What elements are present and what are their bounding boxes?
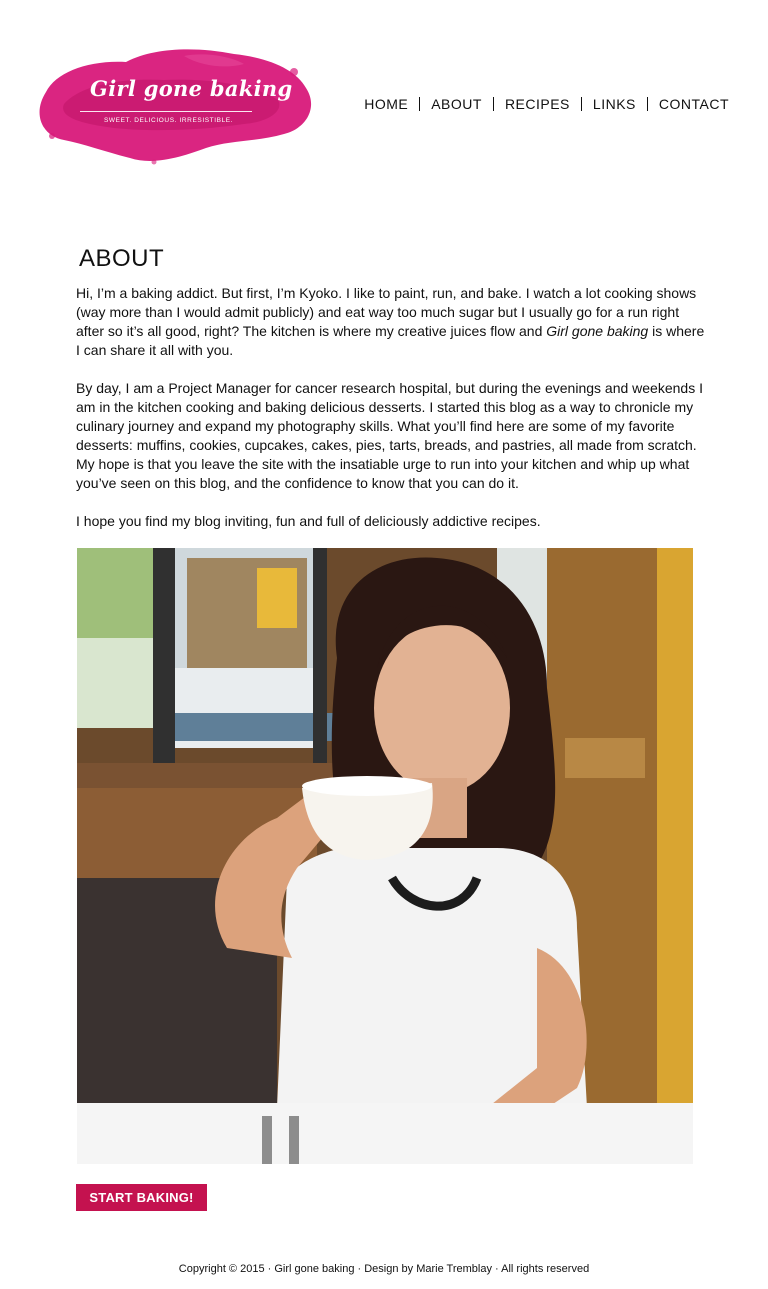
- logo-tagline: SWEET. DELICIOUS. IRRESISTIBLE.: [104, 117, 234, 124]
- nav-links[interactable]: LINKS: [593, 96, 636, 112]
- nav-recipes[interactable]: RECIPES: [505, 96, 570, 112]
- nav-separator: [419, 97, 421, 111]
- logo-title: Girl gone baking: [90, 76, 293, 101]
- nav-contact[interactable]: CONTACT: [659, 96, 729, 112]
- nav-separator: [492, 97, 494, 111]
- nav-separator: [580, 97, 582, 111]
- page-title: ABOUT: [79, 245, 165, 272]
- start-baking-button[interactable]: START BAKING!: [76, 1184, 207, 1211]
- about-content: Hi, I’m a baking addict. But first, I’m …: [76, 284, 706, 550]
- main-nav: HOME ABOUT RECIPES LINKS CONTACT: [364, 96, 729, 112]
- about-paragraph-3: I hope you find my blog inviting, fun an…: [76, 513, 541, 529]
- nav-home[interactable]: HOME: [364, 96, 408, 112]
- author-photo: [77, 548, 693, 1164]
- nav-about[interactable]: ABOUT: [431, 96, 482, 112]
- about-paragraph-1: Hi, I’m a baking addict. But first, I’m …: [76, 284, 706, 360]
- logo-divider: [80, 111, 252, 112]
- blog-name-emphasis: Girl gone baking: [546, 323, 649, 339]
- footer-copyright: Copyright © 2015 · Girl gone baking · De…: [178, 1263, 590, 1275]
- site-logo[interactable]: Girl gone baking SWEET. DELICIOUS. IRRES…: [34, 44, 314, 168]
- about-paragraph-2: By day, I am a Project Manager for cance…: [76, 380, 703, 491]
- watercolor-splash: [39, 49, 312, 165]
- nav-separator: [646, 97, 648, 111]
